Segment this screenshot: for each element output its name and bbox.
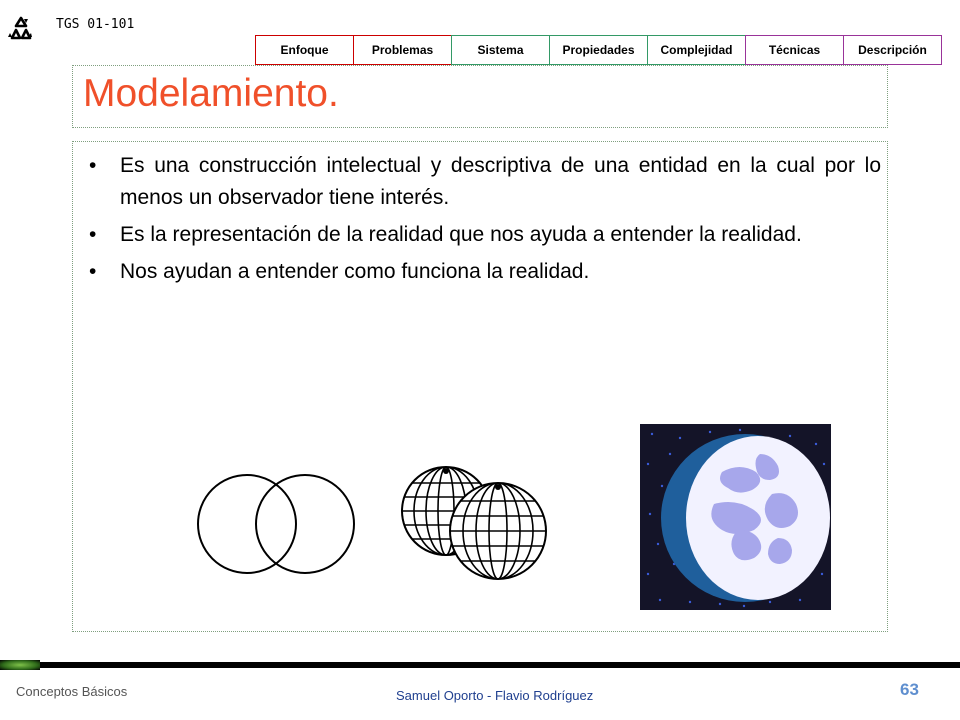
- bullet-item: • Es una construcción intelectual y descr…: [89, 150, 881, 214]
- footer-accent: [0, 660, 40, 670]
- footer-section-label: Conceptos Básicos: [16, 684, 128, 699]
- bullet-marker: •: [89, 154, 97, 177]
- venn-circles-illustration: [197, 474, 355, 574]
- footer-authors: Samuel Oporto - Flavio Rodríguez: [396, 688, 594, 703]
- tab-enfoque[interactable]: Enfoque: [255, 35, 354, 65]
- moon-illustration: [640, 424, 831, 610]
- bullet-marker: •: [89, 223, 97, 246]
- title-box: Modelamiento.: [72, 65, 888, 128]
- bullet-marker: •: [89, 260, 97, 283]
- course-code: TGS 01-101: [56, 17, 135, 32]
- bullet-list: • Es una construcción intelectual y descr…: [89, 150, 881, 293]
- wireframe-spheres-illustration: [401, 466, 547, 580]
- tab-sistema[interactable]: Sistema: [451, 35, 550, 65]
- tab-complejidad[interactable]: Complejidad: [647, 35, 746, 65]
- tab-tecnicas[interactable]: Técnicas: [745, 35, 844, 65]
- tab-problemas[interactable]: Problemas: [353, 35, 452, 65]
- bullet-item: • Nos ayudan a entender como funciona la …: [89, 256, 881, 288]
- nav-tabs: Enfoque Problemas Sistema Propiedades Co…: [255, 35, 942, 65]
- tab-propiedades[interactable]: Propiedades: [549, 35, 648, 65]
- footer-divider: [0, 662, 960, 668]
- page-number: 63: [900, 680, 919, 699]
- slide-title: Modelamiento.: [83, 72, 339, 115]
- recycle-icon: [6, 14, 36, 44]
- tab-descripcion[interactable]: Descripción: [843, 35, 942, 65]
- bullet-item: • Es la representación de la realidad que…: [89, 219, 881, 251]
